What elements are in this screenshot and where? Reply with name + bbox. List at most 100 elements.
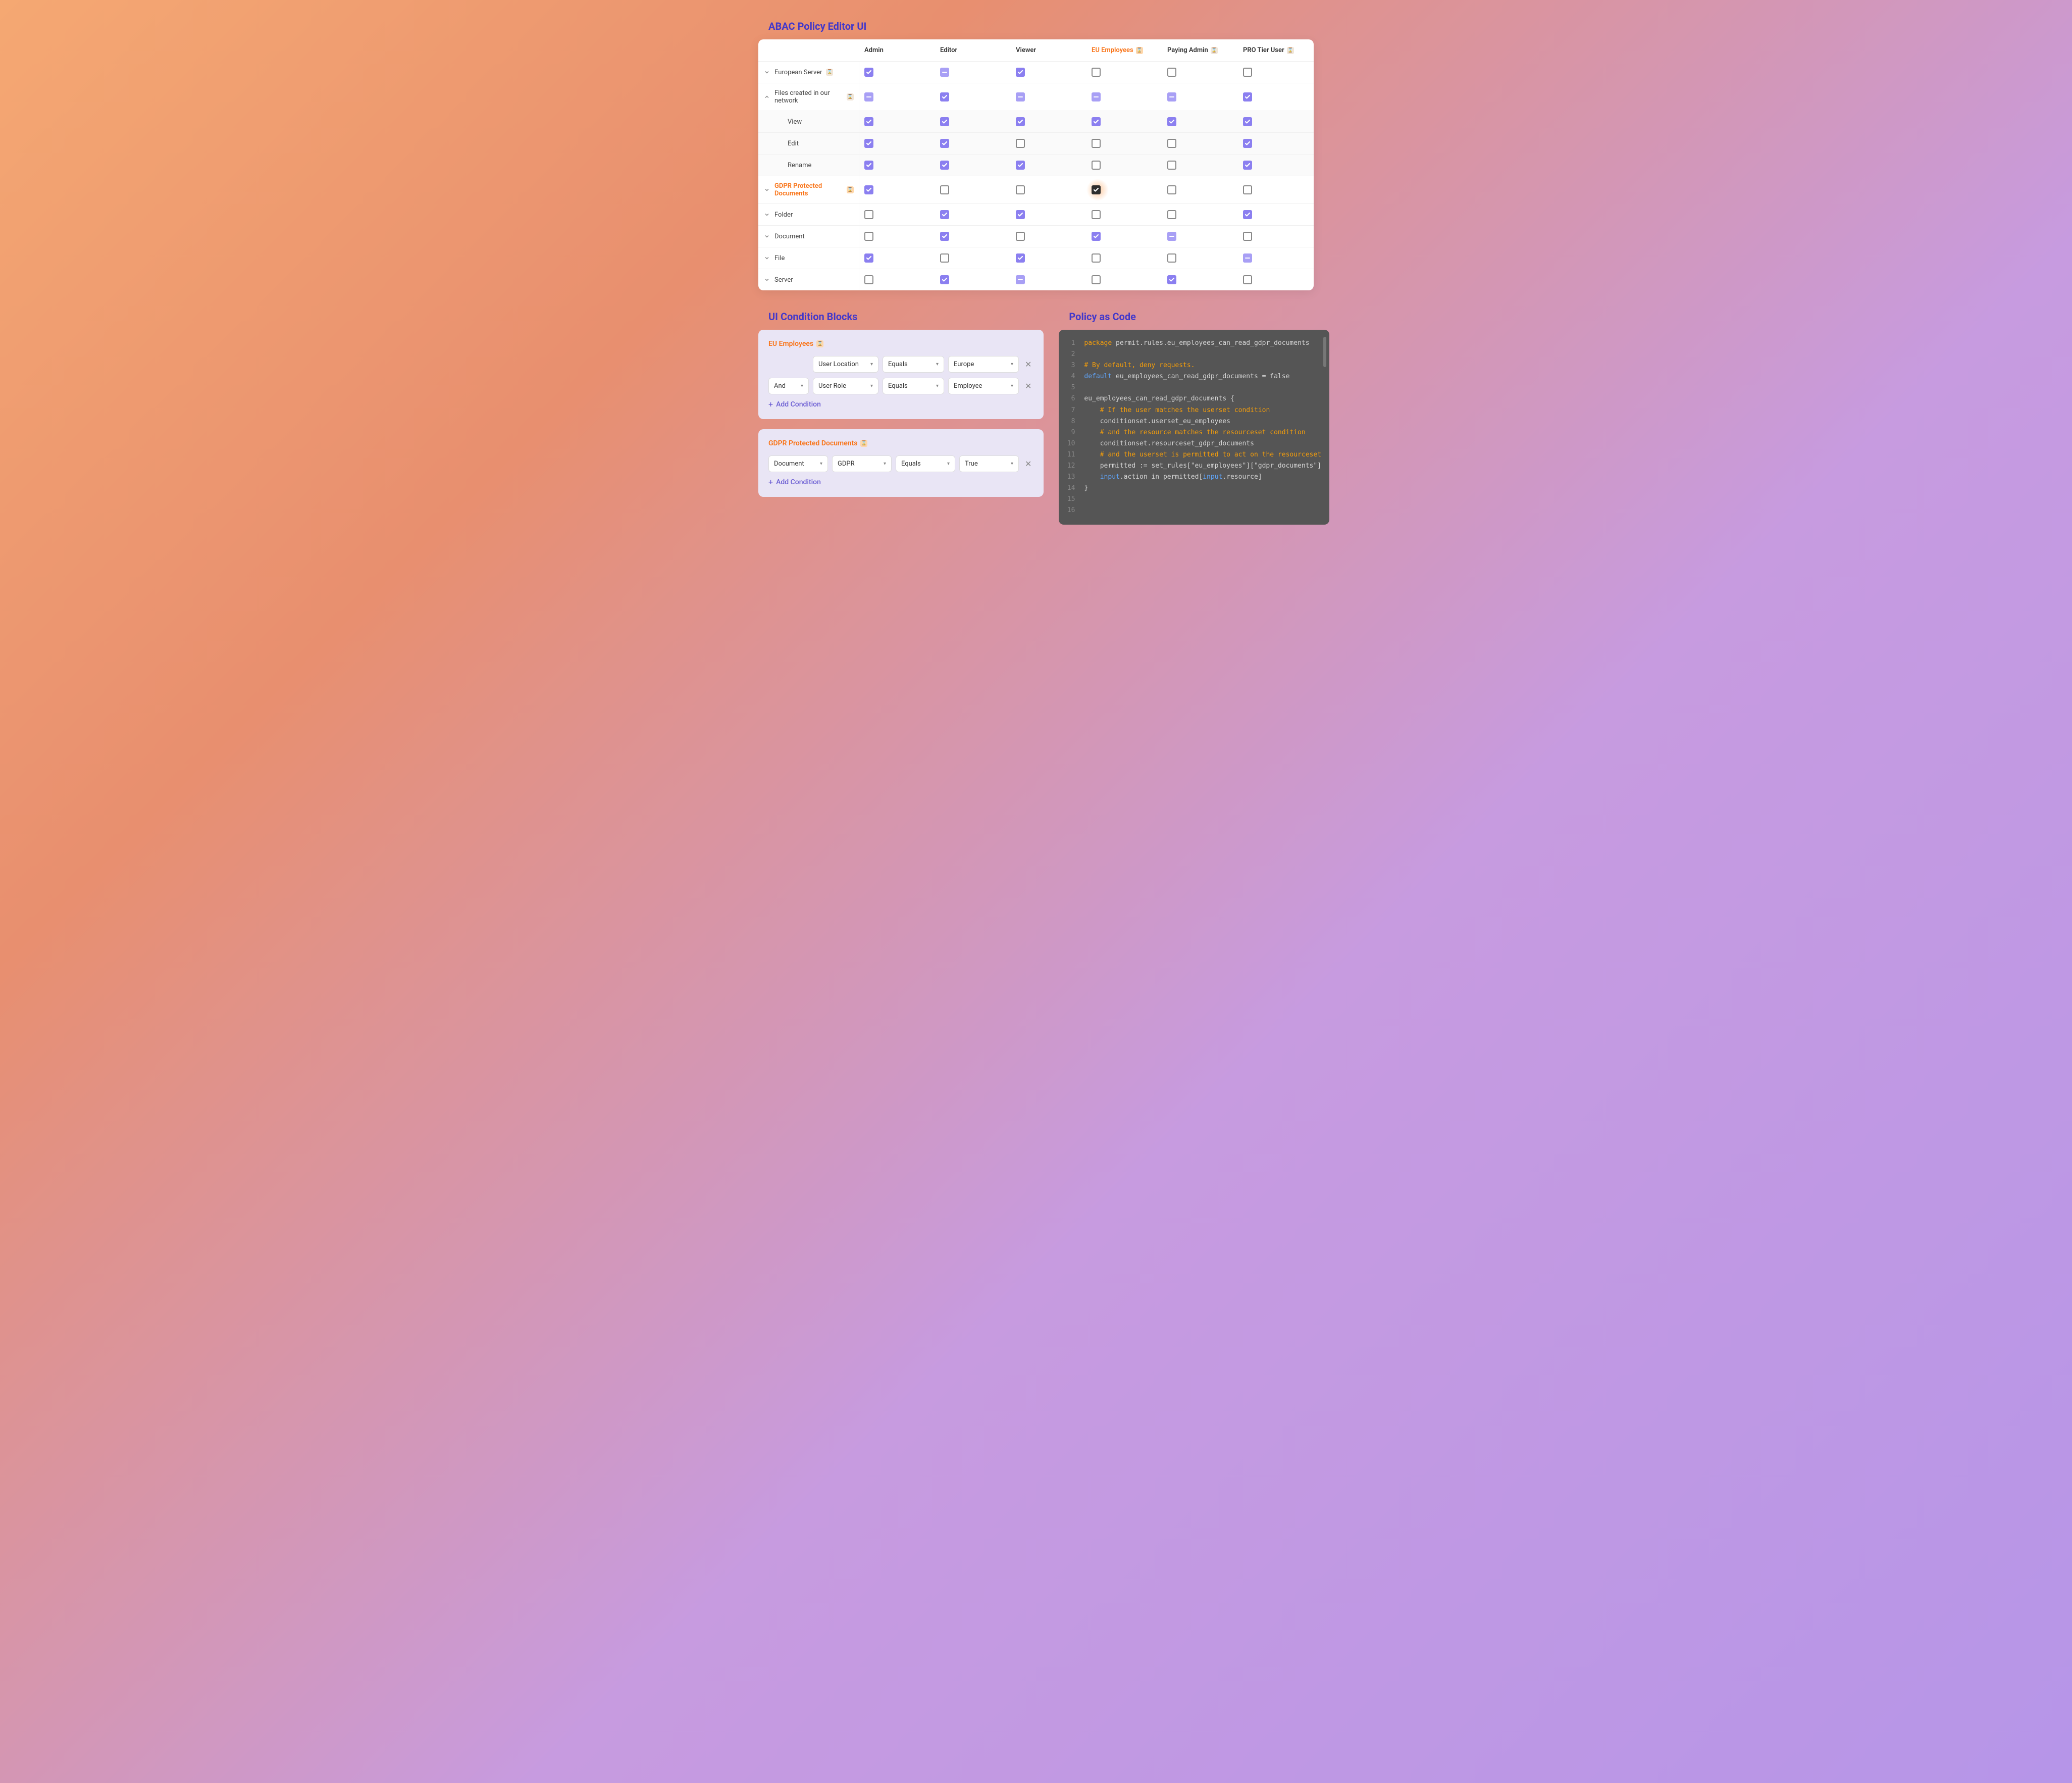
permission-checkbox[interactable] <box>940 68 949 77</box>
remove-condition-button[interactable]: ✕ <box>1023 381 1033 391</box>
condition-select[interactable]: Europe▾ <box>948 356 1019 373</box>
permission-checkbox[interactable] <box>1167 232 1176 241</box>
permission-checkbox[interactable] <box>1016 92 1025 101</box>
chevron-down-icon[interactable] <box>763 276 770 283</box>
condition-select[interactable]: User Location▾ <box>813 356 878 373</box>
permission-checkbox[interactable] <box>1092 210 1101 219</box>
code-line: 11 # and the userset is permitted to act… <box>1059 449 1329 461</box>
permission-checkbox[interactable] <box>864 68 873 77</box>
chevron-down-icon: ▾ <box>870 362 873 367</box>
permission-checkbox[interactable] <box>1167 139 1176 148</box>
permission-checkbox[interactable] <box>1092 92 1101 101</box>
permission-cell <box>1238 176 1314 203</box>
permission-checkbox[interactable] <box>1167 117 1176 126</box>
line-content: package permit.rules.eu_employees_can_re… <box>1084 338 1329 349</box>
permission-checkbox[interactable] <box>1016 232 1025 241</box>
chevron-down-icon[interactable] <box>763 69 770 76</box>
chevron-up-icon[interactable] <box>763 93 770 100</box>
permission-checkbox[interactable] <box>864 185 873 194</box>
permission-checkbox[interactable] <box>1167 210 1176 219</box>
permission-checkbox[interactable] <box>1092 68 1101 77</box>
permission-checkbox[interactable] <box>940 210 949 219</box>
permission-checkbox[interactable] <box>940 253 949 263</box>
line-content: # By default, deny requests. <box>1084 360 1329 371</box>
permission-checkbox[interactable] <box>1016 253 1025 263</box>
permission-checkbox[interactable] <box>1092 185 1101 194</box>
permission-checkbox[interactable] <box>1016 139 1025 148</box>
permission-checkbox[interactable] <box>940 92 949 101</box>
condition-select[interactable]: Equals▾ <box>896 455 955 472</box>
condition-select[interactable]: Equals▾ <box>883 378 944 394</box>
permission-checkbox[interactable] <box>864 139 873 148</box>
permission-checkbox[interactable] <box>1167 185 1176 194</box>
permission-checkbox[interactable] <box>1243 185 1252 194</box>
remove-condition-button[interactable]: ✕ <box>1023 459 1033 469</box>
permission-checkbox[interactable] <box>1016 275 1025 284</box>
permission-checkbox[interactable] <box>864 210 873 219</box>
remove-condition-button[interactable]: ✕ <box>1023 360 1033 369</box>
permission-checkbox[interactable] <box>1243 161 1252 170</box>
permission-checkbox[interactable] <box>1092 117 1101 126</box>
code-panel: 1package permit.rules.eu_employees_can_r… <box>1059 330 1329 525</box>
permission-checkbox[interactable] <box>1092 232 1101 241</box>
permission-checkbox[interactable] <box>1243 210 1252 219</box>
permission-cell <box>1086 247 1162 269</box>
permission-checkbox[interactable] <box>864 232 873 241</box>
permission-checkbox[interactable] <box>1092 253 1101 263</box>
condition-select[interactable]: GDPR▾ <box>832 455 892 472</box>
permission-checkbox[interactable] <box>940 185 949 194</box>
permission-cell <box>935 83 1011 111</box>
permission-cell <box>1162 269 1238 290</box>
permission-checkbox[interactable] <box>1092 275 1101 284</box>
permission-checkbox[interactable] <box>864 92 873 101</box>
chevron-down-icon: ▾ <box>1011 362 1013 367</box>
chevron-down-icon[interactable] <box>763 254 770 262</box>
permission-checkbox[interactable] <box>864 253 873 263</box>
permission-checkbox[interactable] <box>1167 68 1176 77</box>
permission-checkbox[interactable] <box>940 232 949 241</box>
permission-checkbox[interactable] <box>864 275 873 284</box>
permission-cell <box>1011 269 1086 290</box>
permission-checkbox[interactable] <box>1243 253 1252 263</box>
permission-checkbox[interactable] <box>940 275 949 284</box>
add-condition-button[interactable]: +Add Condition <box>768 399 1033 409</box>
permission-cell <box>859 62 935 83</box>
permission-checkbox[interactable] <box>1092 139 1101 148</box>
add-condition-button[interactable]: +Add Condition <box>768 477 1033 487</box>
condition-select[interactable]: Employee▾ <box>948 378 1019 394</box>
chevron-down-icon[interactable] <box>763 211 770 218</box>
permission-checkbox[interactable] <box>1092 161 1101 170</box>
permission-checkbox[interactable] <box>940 139 949 148</box>
permission-checkbox[interactable] <box>1016 210 1025 219</box>
permission-checkbox[interactable] <box>1016 117 1025 126</box>
permission-checkbox[interactable] <box>1243 68 1252 77</box>
condition-select[interactable]: And▾ <box>768 378 809 394</box>
permission-checkbox[interactable] <box>940 117 949 126</box>
condition-select[interactable]: True▾ <box>959 455 1019 472</box>
permission-checkbox[interactable] <box>1016 185 1025 194</box>
permission-checkbox[interactable] <box>1243 92 1252 101</box>
permission-cell <box>1238 269 1314 290</box>
condition-select[interactable]: Equals▾ <box>883 356 944 373</box>
table-row: GDPR Protected Documents⌛ <box>758 176 1314 204</box>
permission-checkbox[interactable] <box>1243 117 1252 126</box>
permission-checkbox[interactable] <box>1243 232 1252 241</box>
permission-checkbox[interactable] <box>1167 161 1176 170</box>
permission-checkbox[interactable] <box>1243 139 1252 148</box>
chevron-down-icon[interactable] <box>763 233 770 240</box>
permission-checkbox[interactable] <box>1016 161 1025 170</box>
permission-checkbox[interactable] <box>940 161 949 170</box>
permission-cell <box>1086 226 1162 247</box>
code-line: 2 <box>1059 349 1329 360</box>
condition-select[interactable]: Document▾ <box>768 455 828 472</box>
permission-checkbox[interactable] <box>1016 68 1025 77</box>
condition-select[interactable]: User Role▾ <box>813 378 878 394</box>
permission-checkbox[interactable] <box>1167 275 1176 284</box>
permission-checkbox[interactable] <box>1167 92 1176 101</box>
permission-checkbox[interactable] <box>864 117 873 126</box>
chevron-down-icon[interactable] <box>763 186 770 193</box>
scrollbar-thumb[interactable] <box>1323 337 1326 367</box>
permission-checkbox[interactable] <box>864 161 873 170</box>
permission-checkbox[interactable] <box>1243 275 1252 284</box>
permission-checkbox[interactable] <box>1167 253 1176 263</box>
